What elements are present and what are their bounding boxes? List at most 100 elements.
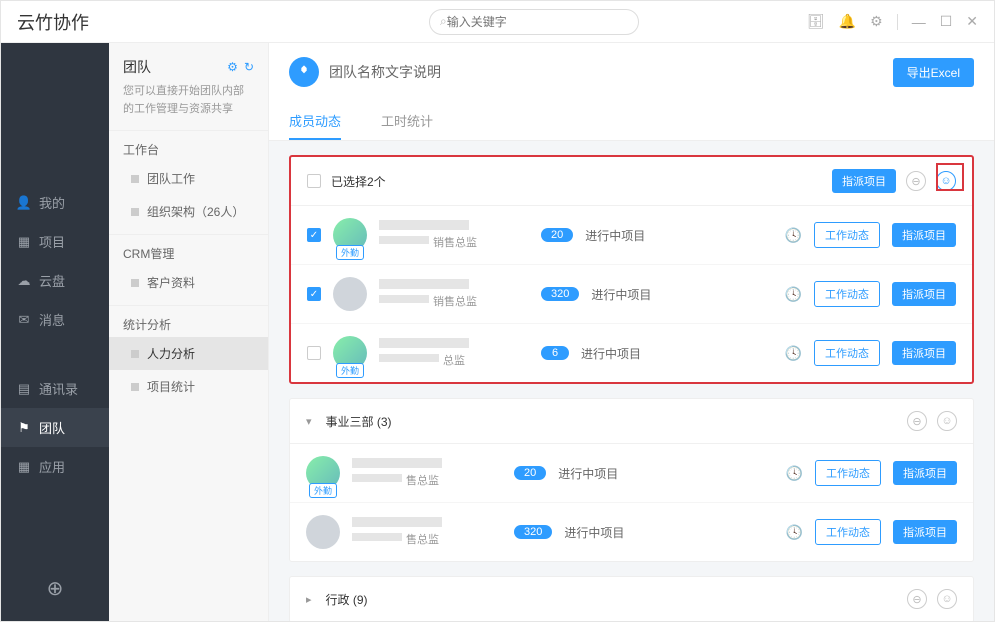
- action-circle-2-icon[interactable]: ☺: [937, 411, 957, 431]
- item-label: 项目统计: [147, 378, 195, 395]
- secondary-sidebar: 团队 ⚙ ↻ 您可以直接开始团队内部的工作管理与资源共享 工作台 团队工作 组织…: [109, 1, 269, 621]
- tab-worktime-stats[interactable]: 工时统计: [381, 103, 433, 140]
- assign-button[interactable]: 指派项目: [893, 520, 957, 544]
- group-panel: ▾ 事业三部 (3) ⊖ ☺ 外勤 售总监 20 进行中项目 🕓 工作动态 指派…: [289, 398, 974, 562]
- search-box[interactable]: ⌕: [429, 9, 639, 35]
- sidebar-title: 团队: [123, 57, 151, 77]
- field-badge: 外勤: [309, 483, 337, 498]
- assign-button[interactable]: 指派项目: [893, 461, 957, 485]
- project-count: 20: [514, 466, 546, 480]
- window-minimize-icon[interactable]: —: [912, 14, 926, 30]
- work-dynamic-button[interactable]: 工作动态: [815, 460, 881, 486]
- dept-redacted: [379, 236, 429, 244]
- row-checkbox[interactable]: ✓: [307, 228, 321, 242]
- project-count: 6: [541, 346, 569, 360]
- action-circle-1-icon[interactable]: ⊖: [907, 411, 927, 431]
- section-header: CRM管理: [109, 234, 268, 266]
- bullet-icon: [131, 383, 139, 391]
- dept-redacted: [379, 295, 429, 303]
- clock-icon[interactable]: 🕓: [785, 227, 802, 244]
- field-badge: 外勤: [336, 363, 364, 378]
- name-redacted: [379, 338, 469, 348]
- member-row: 外勤 总监 6 进行中项目 🕓 工作动态 指派项目: [291, 323, 972, 382]
- sidebar-item-hr-analysis[interactable]: 人力分析: [109, 337, 268, 370]
- chevron-down-icon[interactable]: ▾: [306, 415, 312, 428]
- assign-button[interactable]: 指派项目: [892, 282, 956, 306]
- action-circle-1-icon[interactable]: ⊖: [907, 589, 927, 609]
- name-redacted: [352, 517, 442, 527]
- add-button[interactable]: ⊕: [1, 556, 109, 621]
- sidebar-item-org[interactable]: 组织架构（26人）: [109, 195, 268, 228]
- clock-icon[interactable]: 🕓: [786, 465, 803, 482]
- item-label: 组织架构（26人）: [147, 203, 244, 220]
- list-icon: ▤: [17, 381, 31, 397]
- role-label: 总监: [443, 352, 465, 368]
- assign-button[interactable]: 指派项目: [892, 223, 956, 247]
- row-checkbox[interactable]: ✓: [307, 287, 321, 301]
- dept-redacted: [352, 474, 402, 482]
- nav-contacts[interactable]: ▤ 通讯录: [1, 369, 109, 408]
- name-redacted: [379, 279, 469, 289]
- section-header: 统计分析: [109, 305, 268, 337]
- role-label: 销售总监: [433, 293, 477, 309]
- gear-icon[interactable]: ⚙: [870, 13, 883, 30]
- member-avatar: [333, 277, 367, 311]
- nav-mine[interactable]: 👤我的: [1, 183, 109, 222]
- status-text: 进行中项目: [581, 345, 651, 362]
- export-excel-button[interactable]: 导出Excel: [893, 58, 974, 87]
- chevron-right-icon[interactable]: ▸: [306, 593, 312, 606]
- nav-apps[interactable]: ▦应用: [1, 447, 109, 486]
- mail-icon: ✉: [17, 312, 31, 328]
- member-row: ✓ 销售总监 320 进行中项目 🕓 工作动态 指派项目: [291, 264, 972, 323]
- gear-icon[interactable]: ⚙: [227, 60, 238, 74]
- nav-cloud[interactable]: ☁云盘: [1, 261, 109, 300]
- member-row: 外勤 售总监 20 进行中项目 🕓 工作动态 指派项目: [290, 444, 973, 502]
- project-count: 320: [514, 525, 552, 539]
- role-label: 售总监: [406, 531, 439, 547]
- window-close-icon[interactable]: ✕: [966, 13, 978, 30]
- search-input[interactable]: [447, 15, 628, 29]
- refresh-icon[interactable]: ↻: [244, 60, 254, 74]
- clock-icon[interactable]: 🕓: [785, 286, 802, 303]
- row-checkbox[interactable]: [307, 346, 321, 360]
- grid-icon: ▦: [17, 234, 31, 250]
- clock-icon[interactable]: 🕓: [786, 524, 803, 541]
- window-maximize-icon[interactable]: ☐: [940, 13, 953, 30]
- item-label: 团队工作: [147, 170, 195, 187]
- item-label: 人力分析: [147, 345, 195, 362]
- page-title: 团队名称文字说明: [329, 62, 441, 82]
- main-content: 团队名称文字说明 导出Excel 成员动态 工时统计 已选择2个 指派项目 ⊖ …: [269, 1, 994, 621]
- nav-projects[interactable]: ▦项目: [1, 222, 109, 261]
- tab-member-activity[interactable]: 成员动态: [289, 103, 341, 140]
- status-text: 进行中项目: [558, 465, 628, 482]
- divider: [897, 14, 898, 30]
- bullet-icon: [131, 175, 139, 183]
- bell-icon[interactable]: 🔔: [839, 13, 856, 30]
- clock-icon[interactable]: 🕓: [785, 345, 802, 362]
- role-label: 售总监: [406, 472, 439, 488]
- action-circle-2-icon[interactable]: ☺: [936, 171, 956, 191]
- member-avatar: [306, 515, 340, 549]
- team-avatar: [289, 57, 319, 87]
- select-all-checkbox[interactable]: [307, 174, 321, 188]
- sidebar-item-teamwork[interactable]: 团队工作: [109, 162, 268, 195]
- sidebar-item-customer[interactable]: 客户资料: [109, 266, 268, 299]
- cloud-icon: ☁: [17, 273, 31, 289]
- assign-button[interactable]: 指派项目: [892, 341, 956, 365]
- bullet-icon: [131, 350, 139, 358]
- work-dynamic-button[interactable]: 工作动态: [815, 519, 881, 545]
- action-circle-2-icon[interactable]: ☺: [937, 589, 957, 609]
- action-circle-1-icon[interactable]: ⊖: [906, 171, 926, 191]
- work-dynamic-button[interactable]: 工作动态: [814, 340, 880, 366]
- briefcase-icon[interactable]: 🗄: [807, 13, 825, 30]
- sidebar-item-project-stats[interactable]: 项目统计: [109, 370, 268, 403]
- nav-messages[interactable]: ✉消息: [1, 300, 109, 339]
- nav-team[interactable]: ⚑团队: [1, 408, 109, 447]
- flag-icon: ⚑: [17, 420, 31, 436]
- work-dynamic-button[interactable]: 工作动态: [814, 281, 880, 307]
- nav-label: 通讯录: [39, 379, 78, 398]
- role-label: 销售总监: [433, 234, 477, 250]
- nav-label: 应用: [39, 457, 65, 476]
- work-dynamic-button[interactable]: 工作动态: [814, 222, 880, 248]
- assign-project-button[interactable]: 指派项目: [832, 169, 896, 193]
